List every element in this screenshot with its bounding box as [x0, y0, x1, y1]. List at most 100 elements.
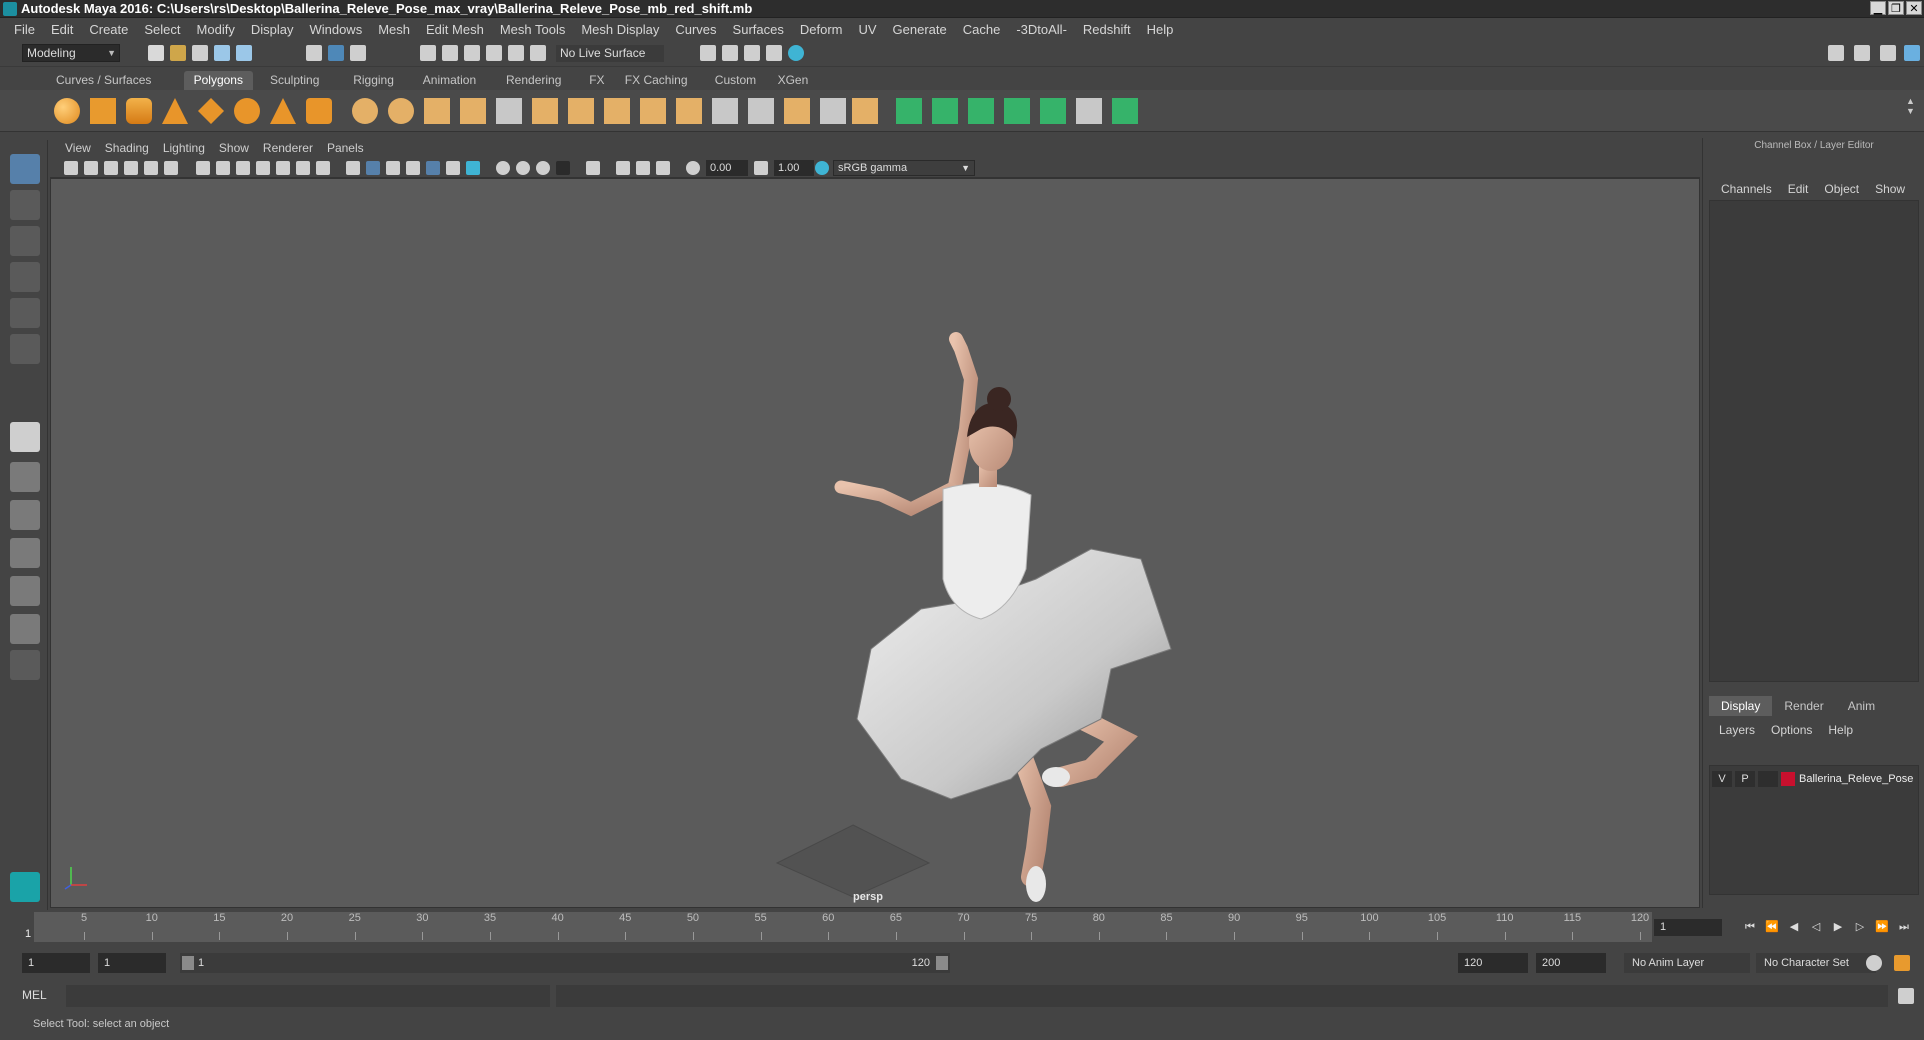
gate-mask-icon[interactable]	[256, 161, 270, 175]
select-tool-icon[interactable]	[10, 154, 40, 184]
four-view-layout-icon[interactable]	[10, 462, 40, 492]
layer-menu-help[interactable]: Help	[1820, 723, 1861, 737]
select-by-hierarchy-icon[interactable]	[306, 45, 322, 61]
extract-icon[interactable]	[424, 98, 450, 124]
menu-generate[interactable]: Generate	[885, 22, 955, 37]
play-forward-button[interactable]: ▶	[1830, 920, 1846, 934]
snap-view-plane-icon[interactable]	[486, 45, 502, 61]
automatic-uv-icon[interactable]	[1004, 98, 1030, 124]
viewport-menu-panels[interactable]: Panels	[320, 141, 371, 155]
viewport-menu-renderer[interactable]: Renderer	[256, 141, 320, 155]
tool-settings-icon[interactable]	[1880, 45, 1896, 61]
layer-tab-display[interactable]: Display	[1709, 696, 1773, 716]
modeling-toolkit-icon[interactable]	[1828, 45, 1844, 61]
menu-edit[interactable]: Edit	[43, 22, 81, 37]
uv-editor-icon[interactable]	[1112, 98, 1138, 124]
menu-uv[interactable]: UV	[850, 22, 884, 37]
shelf-tab-polygons[interactable]: Polygons	[183, 71, 253, 90]
ipr-render-icon[interactable]	[744, 45, 760, 61]
xray-joints-icon[interactable]	[636, 161, 650, 175]
snap-curve-icon[interactable]	[442, 45, 458, 61]
menu-select[interactable]: Select	[136, 22, 188, 37]
minimize-button[interactable]: ▁	[1870, 1, 1886, 15]
menu-curves[interactable]: Curves	[667, 22, 724, 37]
snap-grid-icon[interactable]	[420, 45, 436, 61]
fill-hole-icon[interactable]	[852, 98, 878, 124]
select-by-object-icon[interactable]	[328, 45, 344, 61]
animation-preferences-icon[interactable]	[1894, 955, 1910, 971]
menu-display[interactable]: Display	[243, 22, 302, 37]
menu-create[interactable]: Create	[81, 22, 136, 37]
poly-sphere-icon[interactable]	[54, 98, 80, 124]
make-live-icon[interactable]	[508, 45, 524, 61]
boolean-icon[interactable]	[496, 98, 522, 124]
wireframe-on-shaded-icon[interactable]	[406, 161, 420, 175]
cylindrical-uv-icon[interactable]	[932, 98, 958, 124]
two-d-pan-zoom-icon[interactable]	[144, 161, 158, 175]
channel-box-icon[interactable]	[1904, 45, 1920, 61]
auto-key-icon[interactable]	[1866, 955, 1882, 971]
safe-title-icon[interactable]	[316, 161, 330, 175]
isolate-select-icon[interactable]	[586, 161, 600, 175]
layer-playback-toggle[interactable]: P	[1735, 771, 1755, 787]
step-back-key-button[interactable]: ⏪	[1764, 920, 1780, 934]
exposure-icon[interactable]	[686, 161, 700, 175]
command-input[interactable]	[66, 985, 550, 1007]
select-camera-icon[interactable]	[64, 161, 78, 175]
scale-tool-icon[interactable]	[10, 334, 40, 364]
script-language-label[interactable]: MEL	[22, 988, 47, 1002]
film-gate-icon[interactable]	[216, 161, 230, 175]
persp-uv-layout-icon[interactable]	[10, 576, 40, 606]
resolution-gate-icon[interactable]	[236, 161, 250, 175]
poly-torus-icon[interactable]	[234, 98, 260, 124]
unfold-uv-icon[interactable]	[1040, 98, 1066, 124]
step-forward-frame-button[interactable]: ▷	[1852, 920, 1868, 934]
textured-icon[interactable]	[426, 161, 440, 175]
shelf-tab-xgen[interactable]: XGen	[768, 71, 819, 90]
menu-modify[interactable]: Modify	[189, 22, 243, 37]
time-slider[interactable]: 1 5 10 15 20 25 30 35 40 45 50 55 60 65 70 75 80 85 90 95 1…	[22, 912, 1652, 942]
depth-of-field-icon[interactable]	[556, 161, 570, 175]
character-set-dropdown[interactable]: No Character Set	[1756, 953, 1876, 973]
viewport-menu-view[interactable]: View	[58, 141, 98, 155]
current-time-marker[interactable]: 1	[22, 912, 34, 942]
smooth-shade-icon[interactable]	[366, 161, 380, 175]
smooth-icon[interactable]	[460, 98, 486, 124]
gamma-icon[interactable]	[754, 161, 768, 175]
layer-tab-anim[interactable]: Anim	[1836, 696, 1887, 716]
shelf-scroll-arrows-icon[interactable]: ▲ ▼	[1906, 96, 1915, 116]
poly-plane-icon[interactable]	[198, 98, 224, 124]
custom-layout-icon[interactable]	[10, 614, 40, 644]
snap-together-icon[interactable]	[530, 45, 546, 61]
menu-mesh-tools[interactable]: Mesh Tools	[492, 22, 574, 37]
xray-icon[interactable]	[616, 161, 630, 175]
live-surface-field[interactable]: No Live Surface	[556, 45, 664, 62]
range-end-handle[interactable]	[936, 956, 948, 970]
backface-culling-icon[interactable]	[656, 161, 670, 175]
rotate-tool-icon[interactable]	[10, 298, 40, 328]
layer-row[interactable]: V P Ballerina_Releve_Pose	[1712, 770, 1916, 788]
menu-mesh[interactable]: Mesh	[370, 22, 418, 37]
viewport-menu-lighting[interactable]: Lighting	[156, 141, 212, 155]
image-plane-icon[interactable]	[124, 161, 138, 175]
extrude-icon[interactable]	[532, 98, 558, 124]
persp-graph-layout-icon[interactable]	[10, 538, 40, 568]
viewport-menu-show[interactable]: Show	[212, 141, 256, 155]
script-editor-icon[interactable]	[1898, 988, 1914, 1004]
menu-mesh-display[interactable]: Mesh Display	[573, 22, 667, 37]
default-lighting-icon[interactable]	[386, 161, 400, 175]
poly-prism-icon[interactable]	[270, 98, 296, 124]
channel-menu-show[interactable]: Show	[1867, 182, 1913, 196]
anim-layer-dropdown[interactable]: No Anim Layer	[1624, 953, 1750, 973]
menu-deform[interactable]: Deform	[792, 22, 851, 37]
undo-icon[interactable]	[214, 45, 230, 61]
play-backward-button[interactable]: ◁	[1808, 920, 1824, 934]
persp-outliner-layout-icon[interactable]	[10, 500, 40, 530]
grid-icon[interactable]	[196, 161, 210, 175]
shelf-tab-fx[interactable]: FX	[579, 71, 614, 90]
gamma-field[interactable]: 1.00	[774, 160, 814, 176]
shadows-icon[interactable]	[466, 161, 480, 175]
go-to-start-button[interactable]: ⏮	[1742, 920, 1758, 934]
menu-windows[interactable]: Windows	[301, 22, 370, 37]
poly-pipe-icon[interactable]	[306, 98, 332, 124]
